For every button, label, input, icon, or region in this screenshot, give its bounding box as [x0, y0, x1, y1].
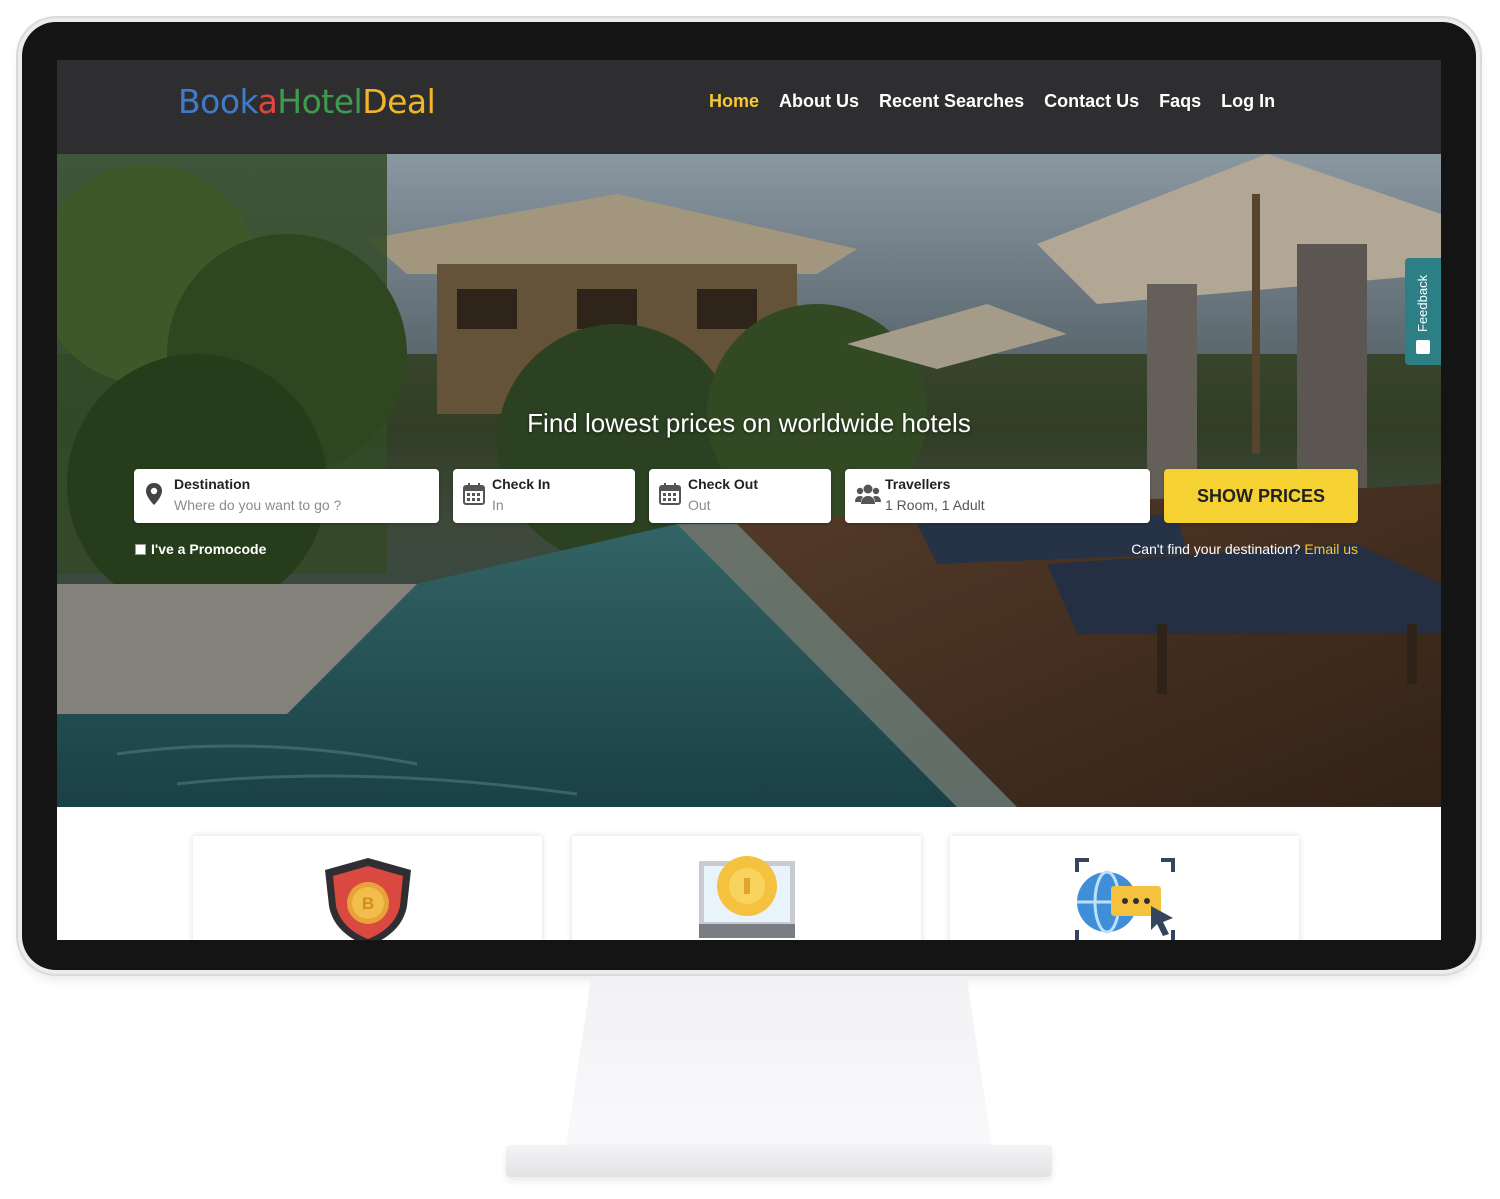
promocode-toggle[interactable]: I've a Promocode	[135, 541, 266, 557]
show-prices-button[interactable]: SHOW PRICES	[1164, 469, 1358, 523]
features-section: B	[57, 807, 1441, 940]
calendar-icon	[463, 482, 485, 511]
travellers-field[interactable]: Travellers 1 Room, 1 Adult	[845, 469, 1150, 523]
feature-card	[950, 836, 1299, 940]
logo-part-1: Book	[178, 82, 258, 121]
check-out-label: Check Out	[688, 476, 759, 492]
smiley-icon	[1416, 340, 1430, 354]
monitor-stand-base	[506, 1145, 1052, 1177]
nav-home[interactable]: Home	[709, 91, 759, 112]
map-pin-icon	[144, 482, 164, 511]
svg-text:B: B	[361, 894, 373, 913]
check-in-field[interactable]: Check In In	[453, 469, 635, 523]
users-icon	[855, 482, 881, 511]
nav-log-in[interactable]: Log In	[1221, 91, 1275, 112]
nav-recent-searches[interactable]: Recent Searches	[879, 91, 1024, 112]
check-in-value[interactable]: In	[492, 497, 504, 513]
logo-part-4: Deal	[362, 82, 436, 121]
nav-about-us[interactable]: About Us	[779, 91, 859, 112]
cant-find-destination: Can't find your destination? Email us	[1131, 541, 1358, 557]
check-in-label: Check In	[492, 476, 551, 492]
cant-find-text: Can't find your destination?	[1131, 541, 1301, 557]
monitor-stand-neck	[566, 976, 992, 1146]
check-out-field[interactable]: Check Out Out	[649, 469, 831, 523]
check-out-value[interactable]: Out	[688, 497, 711, 513]
promocode-label: I've a Promocode	[151, 541, 267, 557]
destination-input[interactable]: Where do you want to go ?	[174, 497, 341, 513]
destination-field[interactable]: Destination Where do you want to go ?	[134, 469, 439, 523]
nav-contact-us[interactable]: Contact Us	[1044, 91, 1139, 112]
promocode-checkbox[interactable]	[135, 543, 146, 555]
logo-part-2: a	[257, 82, 278, 121]
travellers-label: Travellers	[885, 476, 951, 492]
monitor-coin-icon	[698, 856, 795, 938]
screen: BookaHotelDeal Home About Us Recent Sear…	[57, 60, 1441, 940]
feature-card	[572, 836, 921, 940]
hero-title: Find lowest prices on worldwide hotels	[527, 408, 971, 438]
site-header: BookaHotelDeal Home About Us Recent Sear…	[57, 60, 1441, 154]
travellers-value[interactable]: 1 Room, 1 Adult	[885, 497, 985, 513]
site-logo[interactable]: BookaHotelDeal	[178, 82, 436, 121]
nav-faqs[interactable]: Faqs	[1159, 91, 1201, 112]
feedback-tab[interactable]: Feedback	[1405, 258, 1441, 365]
shield-coin-icon: B	[324, 858, 411, 940]
email-us-link[interactable]: Email us	[1304, 541, 1358, 557]
destination-label: Destination	[174, 476, 251, 492]
calendar-icon	[659, 482, 681, 511]
globe-chat-icon	[1074, 858, 1175, 940]
hero-section: Find lowest prices on worldwide hotels D…	[57, 154, 1441, 807]
feedback-label: Feedback	[1415, 274, 1430, 332]
main-nav: Home About Us Recent Searches Contact Us…	[709, 91, 1275, 112]
logo-part-3: Hotel	[277, 82, 363, 121]
feature-card: B	[193, 836, 542, 940]
